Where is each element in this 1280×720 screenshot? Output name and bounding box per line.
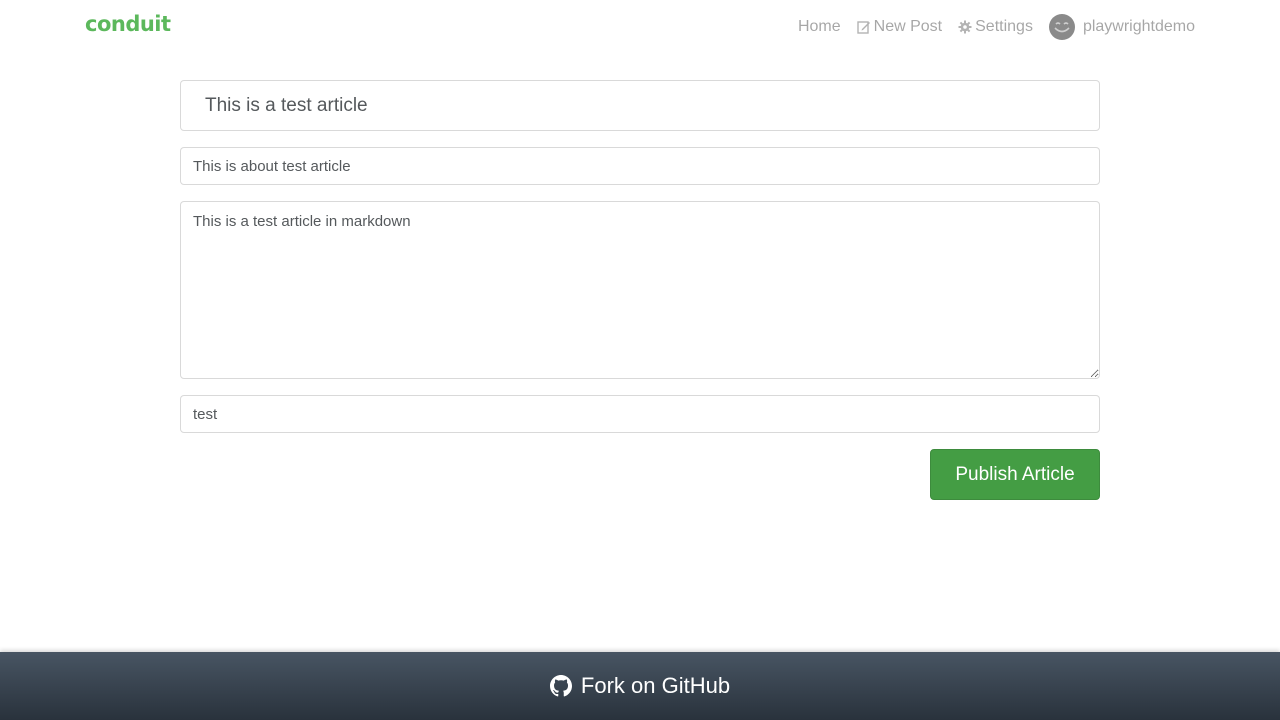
footer: Fork on GitHub (0, 652, 1280, 720)
nav-settings-label: Settings (975, 18, 1033, 35)
nav-settings[interactable]: Settings (958, 18, 1033, 36)
gear-icon (958, 20, 972, 34)
article-editor-form: This is a test article in markdown Publi… (180, 80, 1100, 500)
article-about-input[interactable] (180, 147, 1100, 185)
publish-article-button[interactable]: Publish Article (930, 449, 1100, 500)
article-body-textarea[interactable]: This is a test article in markdown (180, 201, 1100, 379)
button-row: Publish Article (180, 449, 1100, 500)
github-icon (549, 675, 572, 697)
nav-home-label: Home (797, 18, 841, 35)
edit-icon (856, 20, 871, 34)
smiley-avatar (1048, 14, 1075, 40)
brand-logo[interactable]: conduit (85, 12, 171, 36)
fork-on-github-link[interactable]: Fork on GitHub (549, 673, 731, 699)
nav-profile[interactable]: playwrightdemo (1048, 14, 1195, 40)
article-tags-input[interactable] (180, 395, 1100, 433)
navbar: conduit Home New Post Settings playwrigh… (0, 0, 1280, 56)
nav-username: playwrightdemo (1082, 18, 1195, 35)
nav-home[interactable]: Home (798, 18, 841, 36)
nav-new-post[interactable]: New Post (856, 18, 943, 36)
nav-new-post-label: New Post (873, 18, 943, 35)
article-title-input[interactable] (180, 80, 1100, 131)
fork-on-github-label: Fork on GitHub (580, 673, 731, 698)
nav-links: Home New Post Settings playwrightdemo (798, 14, 1195, 40)
